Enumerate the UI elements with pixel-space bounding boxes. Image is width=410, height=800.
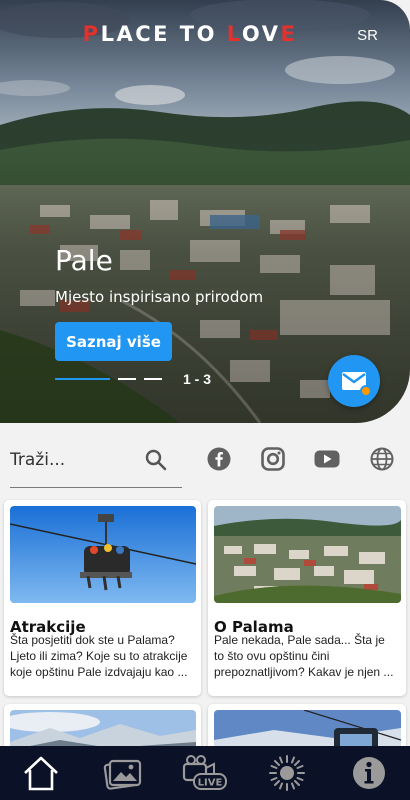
carousel-indicators [55,378,170,380]
carousel-indicator[interactable] [118,378,136,380]
instagram-icon [261,447,285,471]
card-image [10,506,196,603]
facebook-link[interactable] [206,446,232,472]
nav-home[interactable] [0,746,82,800]
info-icon [353,757,385,789]
search-icon[interactable] [144,448,168,472]
logo-part: CE TO [135,22,227,46]
globe-icon [370,447,394,471]
logo-part: E [280,22,298,46]
nav-weather[interactable] [246,746,328,800]
gallery-icon [103,759,142,790]
card-image [214,506,401,603]
instagram-link[interactable] [260,446,286,472]
live-icon: LIVE [182,755,227,790]
youtube-link[interactable] [314,446,340,472]
carousel-indicator[interactable] [144,378,162,380]
app-logo: PLACE TO LOVE [0,22,380,46]
nav-info[interactable] [328,746,410,800]
hero-title: Pale [55,244,113,277]
weather-icon [269,755,305,791]
bottom-navigation: LIVE [0,746,410,800]
logo-part: OV [241,22,281,46]
website-link[interactable] [369,446,395,472]
card-attractions[interactable]: Atrakcije Šta posjetiti dok ste u Palama… [4,500,201,696]
logo-part: P [82,22,101,46]
home-icon [24,756,58,791]
nav-live[interactable]: LIVE [164,746,246,800]
card-description: Pale nekada, Pale sada... Šta je to što … [214,633,394,679]
carousel-indicator-active[interactable] [55,378,110,380]
search-input[interactable] [10,448,140,472]
language-switcher[interactable]: SR [357,27,378,44]
live-label: LIVE [198,778,223,789]
search-bar [10,440,182,488]
card-about-pale[interactable]: O Palama Pale nekada, Pale sada... Šta j… [208,500,406,696]
logo-part: L [226,22,242,46]
card-description: Šta posjetiti dok ste u Palama? Ljeto il… [10,633,188,679]
message-button[interactable] [328,355,380,407]
hero-subtitle: Mjesto inspirisano prirodom [55,288,264,306]
logo-part: LA [100,22,136,46]
facebook-icon [207,447,231,471]
nav-gallery[interactable] [82,746,164,800]
notification-dot [360,385,372,397]
slide-counter: 1 - 3 [183,371,212,387]
app-screen: PLACE TO LOVE SR Pale Mjesto inspirisano… [0,0,410,800]
learn-more-button[interactable]: Saznaj više [55,322,172,361]
youtube-icon [314,450,340,468]
